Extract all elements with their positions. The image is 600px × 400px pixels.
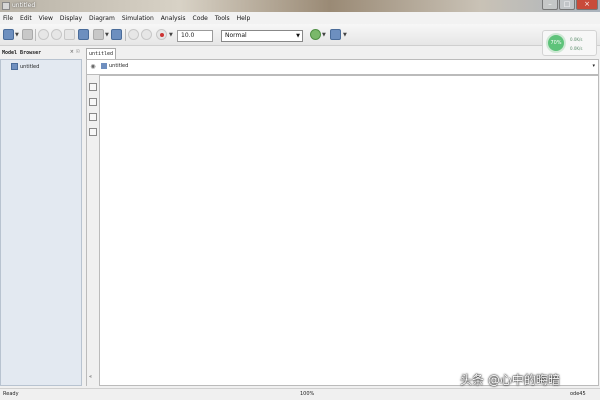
text-annotation-icon[interactable] bbox=[89, 128, 97, 136]
model-icon bbox=[101, 63, 107, 69]
zoom-level: 100% bbox=[300, 391, 315, 397]
toolbar-separator bbox=[35, 29, 36, 41]
window-title: untitled bbox=[12, 2, 36, 9]
download-rate: 0.0K/s bbox=[570, 46, 583, 51]
collapse-palette-icon[interactable]: « bbox=[89, 374, 92, 380]
stop-time-field[interactable]: 10.0 bbox=[177, 30, 213, 42]
signal-analysis-icon[interactable] bbox=[330, 29, 341, 40]
library-browser-icon[interactable] bbox=[78, 29, 89, 40]
breadcrumb-label: untitled bbox=[109, 63, 129, 69]
model-browser-header: Model Browser × ☉ bbox=[0, 48, 82, 58]
window-controls: – □ × bbox=[542, 0, 598, 10]
status-bar: Ready 100% ode45 bbox=[0, 388, 600, 400]
hide-explorer-icon[interactable]: ◉ bbox=[88, 62, 98, 72]
panel-controls-icon[interactable]: × ☉ bbox=[70, 49, 80, 55]
app-icon bbox=[2, 2, 10, 10]
menu-code[interactable]: Code bbox=[193, 15, 208, 22]
menu-bar: File Edit View Display Diagram Simulatio… bbox=[0, 12, 600, 24]
signal-analysis-dropdown-icon[interactable]: ▼ bbox=[343, 32, 347, 38]
model-browser-title: Model Browser bbox=[2, 50, 42, 56]
zoom-icon[interactable] bbox=[89, 83, 97, 91]
back-icon[interactable] bbox=[38, 29, 49, 40]
record-icon[interactable] bbox=[156, 29, 167, 40]
menu-diagram[interactable]: Diagram bbox=[89, 15, 115, 22]
editor-palette: « bbox=[86, 75, 99, 386]
model-config-icon[interactable] bbox=[93, 29, 104, 40]
stop-icon[interactable] bbox=[141, 29, 152, 40]
build-icon[interactable] bbox=[310, 29, 321, 40]
record-dropdown-icon[interactable]: ▼ bbox=[169, 32, 173, 38]
breadcrumb-dropdown-icon[interactable]: ▾ bbox=[592, 63, 595, 69]
model-browser: untitled bbox=[0, 59, 82, 386]
menu-help[interactable]: Help bbox=[237, 15, 251, 22]
fit-to-view-icon[interactable] bbox=[89, 98, 97, 106]
tree-item-untitled[interactable]: untitled bbox=[11, 63, 39, 70]
tab-untitled[interactable]: untitled bbox=[86, 48, 116, 59]
run-icon[interactable] bbox=[128, 29, 139, 40]
menu-display[interactable]: Display bbox=[60, 15, 82, 22]
chevron-down-icon: ▼ bbox=[296, 33, 300, 39]
model-icon bbox=[11, 63, 18, 70]
model-explorer-icon[interactable] bbox=[111, 29, 122, 40]
new-model-icon[interactable] bbox=[3, 29, 14, 40]
status-text: Ready bbox=[3, 391, 19, 397]
menu-analysis[interactable]: Analysis bbox=[161, 15, 186, 22]
breadcrumb[interactable]: untitled bbox=[101, 63, 128, 69]
breadcrumb-bar: ◉ untitled ▾ bbox=[86, 59, 599, 75]
arrow-annotation-icon[interactable] bbox=[89, 113, 97, 121]
toolbar-separator bbox=[125, 29, 126, 41]
minimize-button[interactable]: – bbox=[542, 0, 558, 10]
menu-file[interactable]: File bbox=[3, 15, 13, 22]
tree-item-label: untitled bbox=[20, 63, 40, 70]
menu-edit[interactable]: Edit bbox=[20, 15, 32, 22]
network-speed-widget[interactable]: 70% 0.0K/s 0.0K/s bbox=[542, 30, 597, 56]
maximize-button[interactable]: □ bbox=[559, 0, 575, 10]
simulation-mode-select[interactable]: Normal ▼ bbox=[221, 30, 303, 42]
new-model-dropdown-icon[interactable]: ▼ bbox=[15, 32, 19, 38]
close-button[interactable]: × bbox=[576, 0, 598, 10]
title-bar: untitled – □ × bbox=[0, 0, 600, 12]
build-dropdown-icon[interactable]: ▼ bbox=[322, 32, 326, 38]
model-canvas[interactable] bbox=[99, 75, 599, 386]
menu-tools[interactable]: Tools bbox=[215, 15, 230, 22]
solver-name: ode45 bbox=[570, 391, 586, 397]
forward-icon[interactable] bbox=[51, 29, 62, 40]
menu-view[interactable]: View bbox=[39, 15, 53, 22]
upload-rate: 0.0K/s bbox=[570, 37, 583, 42]
watermark: 头条 @心中的晦暗 bbox=[460, 373, 560, 387]
up-icon[interactable] bbox=[64, 29, 75, 40]
simulation-mode-value: Normal bbox=[225, 32, 247, 39]
model-config-dropdown-icon[interactable]: ▼ bbox=[105, 32, 109, 38]
save-icon[interactable] bbox=[22, 29, 33, 40]
menu-simulation[interactable]: Simulation bbox=[122, 15, 154, 22]
usage-gauge: 70% bbox=[546, 33, 566, 53]
